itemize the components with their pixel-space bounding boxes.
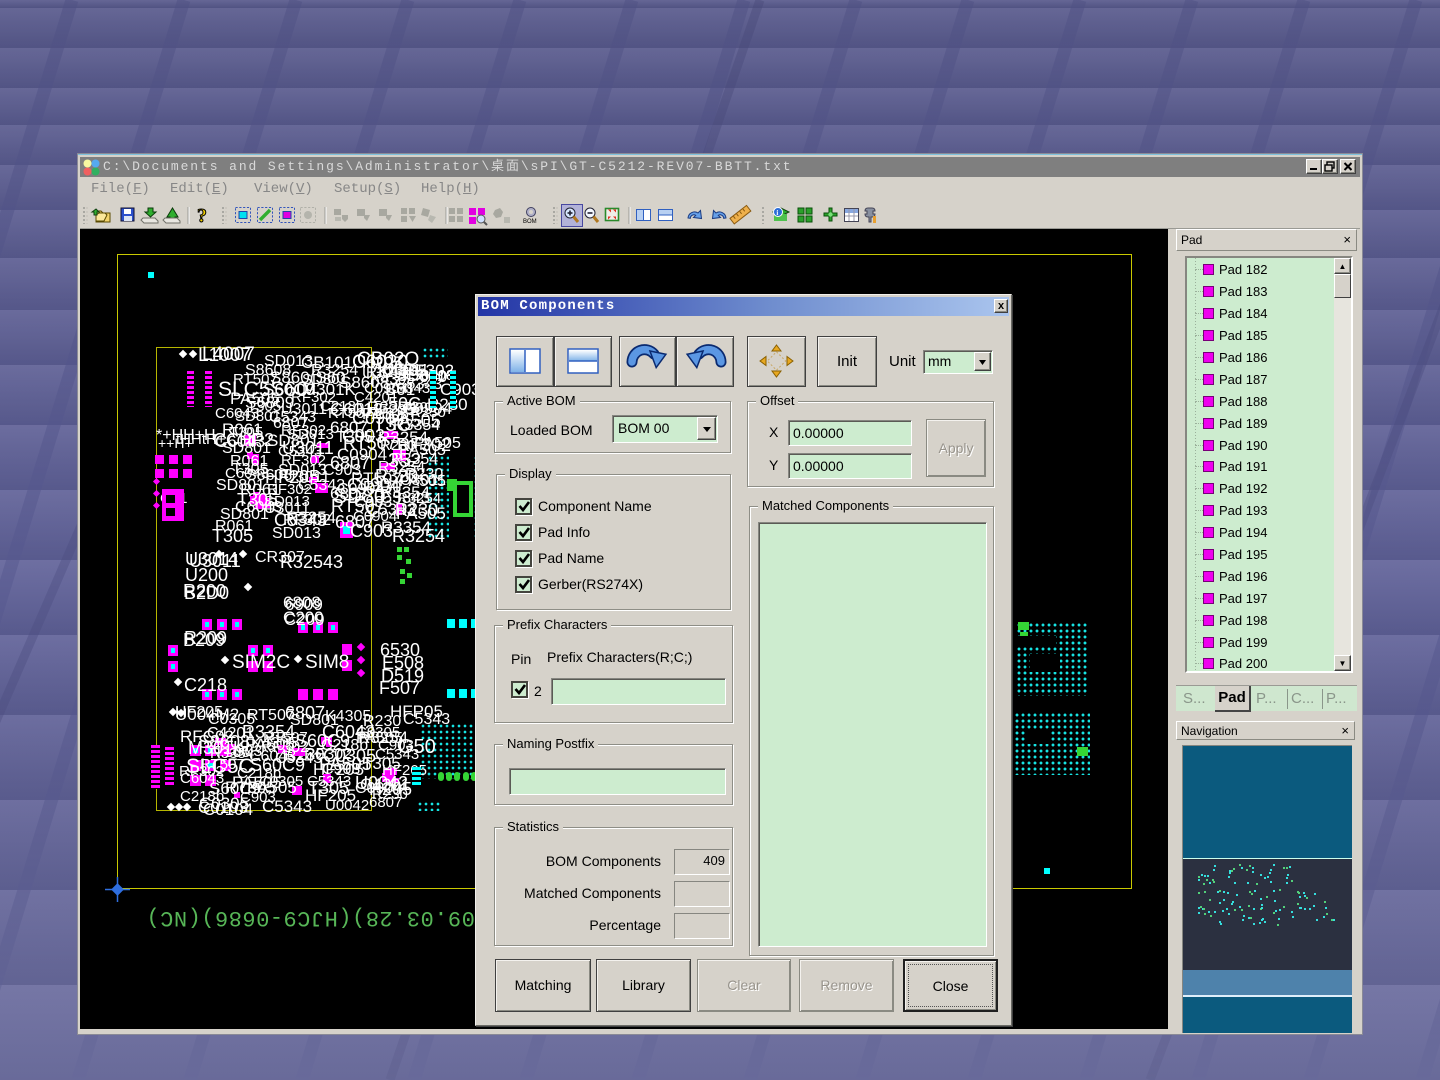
svg-text:?: ? (197, 205, 207, 227)
svg-text:i: i (776, 209, 778, 217)
svg-text:BOM: BOM (523, 219, 537, 225)
